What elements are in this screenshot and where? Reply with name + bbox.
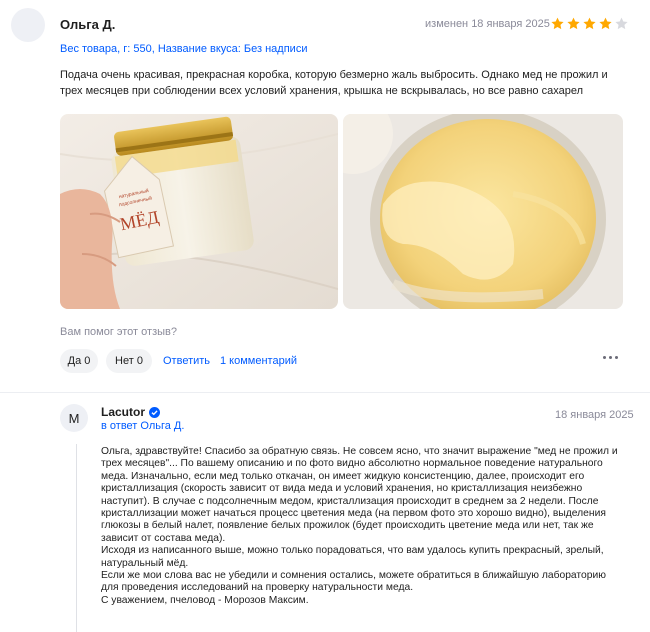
star-icon xyxy=(583,17,596,30)
star-icon xyxy=(551,17,564,30)
review-product-properties[interactable]: Вес товара, г: 550, Название вкуса: Без … xyxy=(60,43,307,55)
divider xyxy=(0,392,650,393)
verified-badge-icon xyxy=(149,406,161,418)
reply-date: 18 января 2025 xyxy=(555,409,634,421)
helpful-question: Вам помог этот отзыв? xyxy=(60,326,177,338)
review-author[interactable]: Ольга Д. xyxy=(60,17,115,32)
reply-author[interactable]: Lacutor xyxy=(101,405,161,419)
reply-paragraph: С уважением, пчеловод - Морозов Максим. xyxy=(101,594,309,606)
reply-paragraph: Ольга, здравствуйте! Спасибо за обратную… xyxy=(101,446,618,544)
review-photo-1[interactable]: натуральный подсолнечный МЁД xyxy=(60,114,338,309)
rating-stars xyxy=(550,16,629,31)
reply-button[interactable]: Ответить xyxy=(163,355,210,367)
star-icon xyxy=(615,17,628,30)
star-icon xyxy=(599,17,612,30)
helpful-yes-button[interactable]: Да 0 xyxy=(60,349,98,373)
review-text: Подача очень красивая, прекрасная коробк… xyxy=(60,69,608,97)
reply-thread-line xyxy=(76,444,77,632)
reply-author-avatar: M xyxy=(60,404,88,432)
honey-jar-in-hand-image: натуральный подсолнечный МЁД xyxy=(60,114,338,309)
reply-text: Ольга, здравствуйте! Спасибо за обратную… xyxy=(101,446,626,607)
reply-author-name[interactable]: Lacutor xyxy=(101,405,145,419)
helpful-no-button[interactable]: Нет 0 xyxy=(106,349,152,373)
star-icon xyxy=(567,17,580,30)
review-edited-date: изменен 18 января 2025 xyxy=(425,18,550,30)
review-photo-2[interactable] xyxy=(343,114,623,309)
reply-in-reply-to[interactable]: в ответ Ольга Д. xyxy=(101,420,184,432)
reviewer-avatar xyxy=(11,8,45,42)
more-options-icon[interactable] xyxy=(601,352,620,363)
comments-link[interactable]: 1 комментарий xyxy=(220,355,297,367)
reply-paragraph: Исходя из написанного выше, можно только… xyxy=(101,545,604,569)
reply-paragraph: Если же мои слова вас не убедили и сомне… xyxy=(101,570,606,594)
crystallized-honey-image xyxy=(343,114,623,309)
